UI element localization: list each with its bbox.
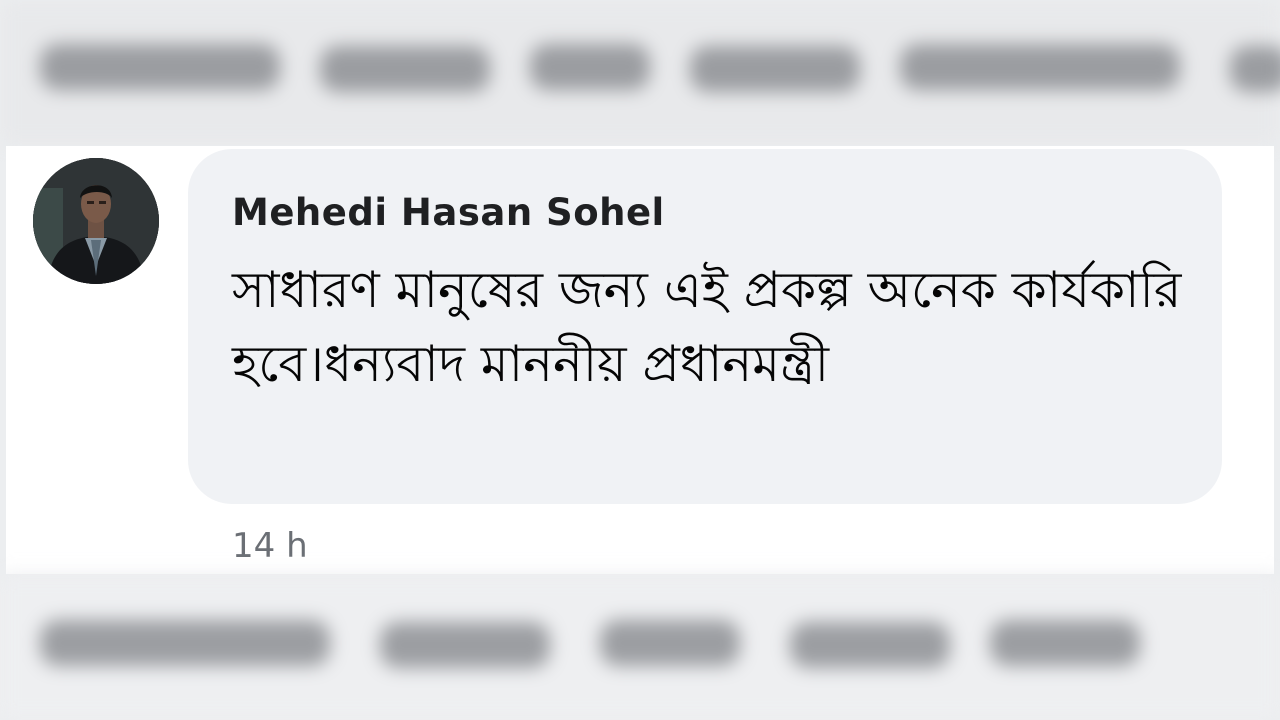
blurred-text xyxy=(990,620,1140,666)
blurred-text xyxy=(690,46,860,92)
blurred-text xyxy=(790,622,950,668)
blurred-next-comment xyxy=(0,574,1280,720)
comment-thread: Mehedi Hasan Sohel সাধারণ মানুষের জন্য এ… xyxy=(0,0,1280,720)
blurred-text xyxy=(380,622,550,668)
blurred-text xyxy=(1230,46,1280,92)
blurred-text xyxy=(600,620,740,666)
comment-bubble: Mehedi Hasan Sohel সাধারণ মানুষের জন্য এ… xyxy=(188,149,1222,504)
blurred-text xyxy=(900,44,1180,90)
blurred-text xyxy=(320,46,490,92)
comment-timestamp[interactable]: 14 h xyxy=(232,526,308,566)
author-name[interactable]: Mehedi Hasan Sohel xyxy=(232,191,665,234)
comment-item: Mehedi Hasan Sohel সাধারণ মানুষের জন্য এ… xyxy=(6,146,1274,574)
blurred-text xyxy=(530,44,650,90)
blurred-previous-comment xyxy=(0,0,1280,146)
avatar[interactable] xyxy=(33,158,159,284)
blurred-text xyxy=(40,620,330,666)
profile-photo-icon xyxy=(33,158,159,284)
blurred-text xyxy=(40,44,280,90)
comment-text: সাধারণ মানুষের জন্য এই প্রকল্প অনেক কার্… xyxy=(232,261,1182,393)
